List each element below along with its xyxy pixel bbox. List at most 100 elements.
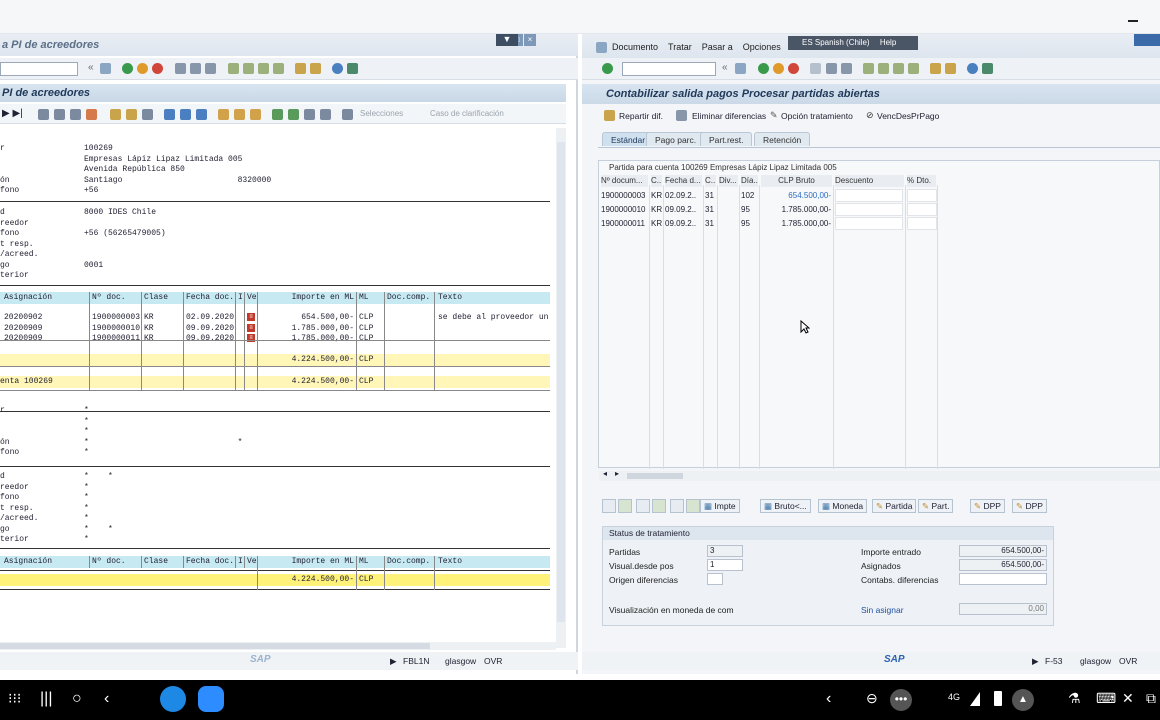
toolbar-icon-button[interactable] [636,499,650,513]
save-icon[interactable] [100,63,111,74]
shortcut-icon[interactable] [945,63,956,74]
contabs-diferencias-input[interactable] [959,573,1047,585]
command-field[interactable] [0,62,78,76]
save-icon[interactable] [735,63,746,74]
scroll-right-icon[interactable]: ▸ [615,469,619,478]
block-icon[interactable] [110,109,121,120]
keyboard-icon[interactable]: ⌨ [1096,690,1116,707]
language-indicator[interactable]: ES Spanish (Chile) Help [788,36,918,50]
hold-icon[interactable] [70,109,81,120]
exit-icon[interactable] [137,63,148,74]
flask-icon[interactable]: ⚗ [1068,690,1081,707]
select-all-icon[interactable] [126,109,137,120]
action-button-0[interactable]: ▦ Impte [700,499,740,513]
mute-icon[interactable]: ✕ [1122,690,1134,707]
expand-icon[interactable]: ▲ [1012,689,1034,711]
right-command-field[interactable] [622,62,716,76]
spreadsheet-icon[interactable] [288,109,299,120]
browser-app-icon[interactable] [160,686,186,712]
minimize-icon[interactable] [1128,20,1138,22]
toolbar-icon-button[interactable] [652,499,666,513]
table-row[interactable]: 20200902 1900000003 KR 02.09.2020 654.500,00… [0,312,550,323]
toolbar-icon-button[interactable] [670,499,684,513]
menu-item-documento[interactable]: Documento [612,42,658,52]
home-icon[interactable]: ○ [72,690,82,708]
discount-pct-cell[interactable] [907,203,937,216]
edit-icon[interactable] [54,109,65,120]
screen-icon[interactable]: ⧉ [1146,690,1156,707]
grid-row[interactable]: 1900000010 KR 09.09.2.. 31 95 1.785.000,00- [599,203,939,216]
export-icon[interactable] [272,109,283,120]
tab-1[interactable]: Pago parc. [646,132,706,146]
back-nav-icon[interactable]: ‹ [104,690,109,708]
more-icon[interactable]: ••• [890,689,912,711]
layout-select-icon[interactable] [234,109,245,120]
filter-icon[interactable] [164,109,175,120]
layout-save-icon[interactable] [250,109,261,120]
right-window-control[interactable] [1134,34,1160,46]
scroll-left-icon[interactable]: ◂ [603,469,607,478]
enter-icon[interactable] [602,63,613,74]
play-icon[interactable]: ▶ ▶| [2,108,23,119]
vencdesprpago-button[interactable]: VencDesPrPago [877,111,939,121]
back-icon[interactable] [758,63,769,74]
find-icon[interactable] [190,63,201,74]
vertical-scrollbar[interactable] [556,128,566,648]
selections-button[interactable]: Selecciones [360,109,403,118]
grid-horizontal-scrollbar[interactable]: ◂ ▸ [599,469,1160,481]
origen-diferencias-input[interactable] [707,573,723,585]
deselect-icon[interactable] [142,109,153,120]
transaction-code[interactable]: FBL1N [403,656,429,666]
help-icon[interactable] [332,63,343,74]
action-button-1[interactable]: ▦ Bruto<... [760,499,811,513]
minus-circle-icon[interactable]: ⊖ [866,690,878,707]
zoom-app-icon[interactable] [198,686,224,712]
print-icon[interactable] [810,63,821,74]
table-row[interactable]: 20200909 1900000011 KR 09.09.2020 1.785.000,… [0,333,550,344]
status-triangle-icon[interactable]: ▶ [1032,656,1039,667]
horizontal-scrollbar[interactable] [0,642,556,650]
tab-3[interactable]: Retención [754,132,811,146]
help-icon[interactable] [967,63,978,74]
next-page-icon[interactable] [893,63,904,74]
opcion-tratamiento-button[interactable]: Opción tratamiento [781,111,853,121]
first-page-icon[interactable] [228,63,239,74]
shortcut-icon[interactable] [310,63,321,74]
action-button-2[interactable]: ▦ Moneda [818,499,868,513]
cancel-icon[interactable] [788,63,799,74]
discount-cell[interactable] [835,217,903,230]
dropdown-tab-icon[interactable]: ▼ [496,34,518,46]
find-next-icon[interactable] [841,63,852,74]
first-page-icon[interactable] [863,63,874,74]
close-icon[interactable]: × [524,34,536,46]
menu-icon[interactable] [596,42,607,53]
graphic-icon[interactable] [320,109,331,120]
last-page-icon[interactable] [273,63,284,74]
eliminar-diferencias-button[interactable]: Eliminar diferencias [692,111,766,121]
next-page-icon[interactable] [258,63,269,74]
prev-page-icon[interactable] [878,63,889,74]
cancel-icon[interactable] [152,63,163,74]
mail-icon[interactable] [304,109,315,120]
mark-icon[interactable] [86,109,97,120]
last-page-icon[interactable] [908,63,919,74]
recents-icon[interactable]: ||| [40,690,52,708]
table-row[interactable]: 20200909 1900000010 KR 09.09.2020 1.785.000,… [0,323,550,334]
tab-2[interactable]: Part.rest. [700,132,753,146]
find-next-icon[interactable] [205,63,216,74]
prev-page-icon[interactable] [243,63,254,74]
menu-item-pasar-a[interactable]: Pasar a [702,42,733,52]
menu-item-tratar[interactable]: Tratar [668,42,692,52]
grid-row[interactable]: 1900000003 KR 02.09.2.. 31 102 654.500,00- [599,189,939,202]
toolbar-icon-button[interactable] [618,499,632,513]
back-icon[interactable] [122,63,133,74]
exit-icon[interactable] [773,63,784,74]
info-icon[interactable] [342,109,353,120]
action-button-4[interactable]: ✎ Part. [918,499,954,513]
collapse-icon[interactable]: « [722,62,728,73]
new-session-icon[interactable] [930,63,941,74]
app-drawer-icon[interactable]: ⁝⁝⁝ [8,690,21,707]
clarification-case-button[interactable]: Caso de clarificación [430,109,504,118]
discount-cell[interactable] [835,189,903,202]
toolbar-icon-button[interactable] [602,499,616,513]
